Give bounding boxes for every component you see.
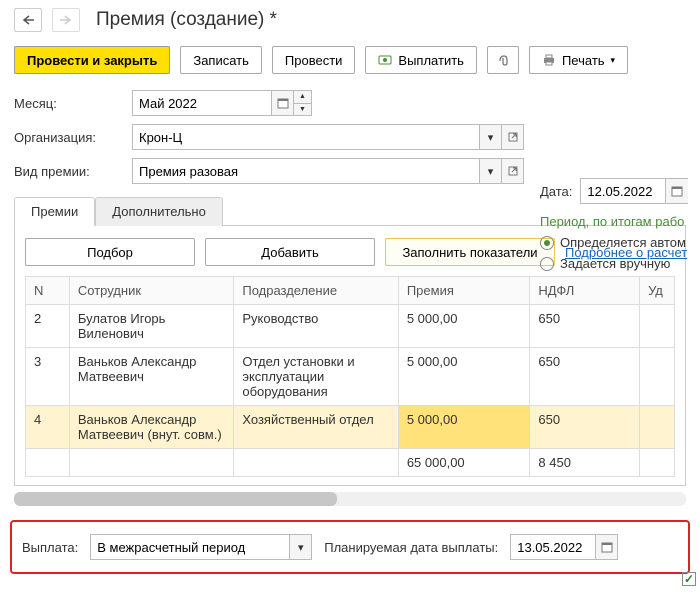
col-bonus: Премия	[398, 277, 530, 305]
month-down-button[interactable]: ▼	[294, 103, 312, 117]
print-button[interactable]: Печать ▾	[529, 46, 628, 74]
col-tax: НДФЛ	[530, 277, 640, 305]
total-tax: 8 450	[530, 449, 640, 477]
period-auto-label: Определяется автом	[560, 235, 686, 250]
col-n: N	[26, 277, 70, 305]
table-row[interactable]: 2 Булатов Игорь Виленович Руководство 5 …	[26, 305, 675, 348]
arrow-left-icon	[22, 15, 34, 25]
payout-dropdown-button[interactable]: ▾	[290, 534, 312, 560]
tab-extra[interactable]: Дополнительно	[95, 197, 223, 226]
add-button[interactable]: Добавить	[205, 238, 375, 266]
payout-section: Выплата: ▾ Планируемая дата выплаты: ✓	[10, 520, 690, 574]
total-bonus: 65 000,00	[398, 449, 530, 477]
type-open-button[interactable]	[502, 158, 524, 184]
org-open-button[interactable]	[502, 124, 524, 150]
money-icon	[378, 53, 392, 67]
calendar-icon	[277, 97, 289, 109]
period-title: Период, по итогам рабо	[540, 214, 694, 229]
pay-button[interactable]: Выплатить	[365, 46, 477, 74]
table-row[interactable]: 3 Ваньков Александр Матвеевич Отдел уста…	[26, 348, 675, 406]
scrollbar-thumb[interactable]	[14, 492, 337, 506]
bonus-table: N Сотрудник Подразделение Премия НДФЛ Уд…	[25, 276, 675, 477]
col-withheld: Уд	[640, 277, 675, 305]
open-icon	[508, 166, 518, 176]
payout-label: Выплата:	[22, 540, 78, 555]
paperclip-icon	[496, 53, 510, 67]
fill-indicators-button[interactable]: Заполнить показатели	[385, 238, 555, 266]
open-icon	[508, 132, 518, 142]
printer-icon	[542, 53, 556, 67]
page-title: Премия (создание) *	[96, 9, 277, 31]
pick-button[interactable]: Подбор	[25, 238, 195, 266]
back-button[interactable]	[14, 8, 42, 32]
month-label: Месяц:	[14, 96, 124, 111]
org-label: Организация:	[14, 130, 124, 145]
type-input[interactable]	[132, 158, 480, 184]
footer-checkbox[interactable]: ✓	[682, 572, 696, 586]
date-calendar-button[interactable]	[666, 178, 688, 204]
calendar-icon	[671, 185, 683, 197]
post-button[interactable]: Провести	[272, 46, 356, 74]
month-up-button[interactable]: ▲	[294, 90, 312, 103]
type-dropdown-button[interactable]: ▾	[480, 158, 502, 184]
payout-type-select[interactable]	[90, 534, 290, 560]
dropdown-caret-icon: ▾	[611, 55, 616, 66]
period-manual-radio[interactable]	[540, 257, 554, 271]
month-calendar-button[interactable]	[272, 90, 294, 116]
attach-button[interactable]	[487, 46, 519, 74]
col-department: Подразделение	[234, 277, 398, 305]
calendar-icon	[601, 541, 613, 553]
pay-label: Выплатить	[398, 53, 464, 68]
table-totals-row: 65 000,00 8 450	[26, 449, 675, 477]
tab-bonuses[interactable]: Премии	[14, 197, 95, 226]
forward-button[interactable]	[52, 8, 80, 32]
type-label: Вид премии:	[14, 164, 124, 179]
date-input[interactable]	[580, 178, 666, 204]
org-input[interactable]	[132, 124, 480, 150]
horizontal-scrollbar[interactable]	[14, 492, 686, 506]
plan-date-calendar-button[interactable]	[596, 534, 618, 560]
plan-date-label: Планируемая дата выплаты:	[324, 540, 498, 555]
arrow-right-icon	[60, 15, 72, 25]
print-label: Печать	[562, 53, 605, 68]
plan-date-input[interactable]	[510, 534, 596, 560]
period-manual-label: Задается вручную	[560, 256, 670, 271]
col-employee: Сотрудник	[69, 277, 233, 305]
submit-close-button[interactable]: Провести и закрыть	[14, 46, 170, 74]
period-auto-radio[interactable]	[540, 236, 554, 250]
save-button[interactable]: Записать	[180, 46, 262, 74]
table-row[interactable]: 4 Ваньков Александр Матвеевич (внут. сов…	[26, 406, 675, 449]
date-label: Дата:	[540, 184, 572, 199]
org-dropdown-button[interactable]: ▾	[480, 124, 502, 150]
month-input[interactable]	[132, 90, 272, 116]
